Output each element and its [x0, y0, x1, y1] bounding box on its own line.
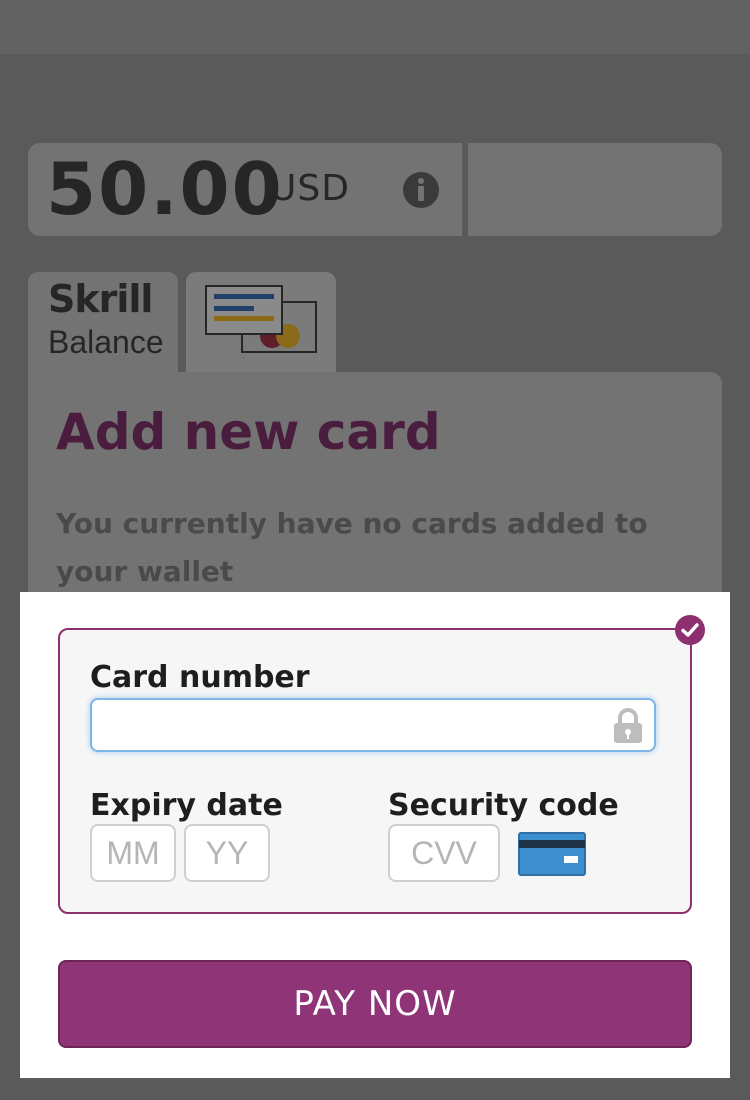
- amount-box: 50.00 USD: [28, 143, 462, 236]
- pay-now-button[interactable]: PAY NOW: [58, 960, 692, 1048]
- check-circle-icon: [675, 615, 705, 645]
- cvv-input[interactable]: [388, 824, 500, 882]
- amount-value: 50.00: [46, 147, 284, 231]
- amount-row: 50.00 USD: [28, 143, 722, 236]
- tab-skrill-balance[interactable]: Skrill Balance: [28, 272, 178, 372]
- amount-currency: USD: [270, 168, 350, 209]
- card-form: Card number Expiry date Security code: [58, 628, 692, 914]
- panel-subtitle: You currently have no cards added to you…: [56, 507, 648, 588]
- tab-skrill-label: Balance: [48, 324, 164, 360]
- card-number-label: Card number: [90, 660, 310, 695]
- info-icon[interactable]: [402, 171, 440, 209]
- expiry-date-label: Expiry date: [90, 788, 283, 823]
- expiry-month-input[interactable]: [90, 824, 176, 882]
- card-back-icon: [518, 832, 586, 876]
- amount-right-panel: [468, 143, 722, 236]
- skrill-logo: Skrill: [48, 277, 153, 321]
- top-bar: [0, 0, 750, 54]
- tab-credit-card[interactable]: [186, 272, 336, 372]
- panel-title: Add new card: [56, 403, 441, 461]
- card-number-input[interactable]: [90, 698, 656, 752]
- expiry-year-input[interactable]: [184, 824, 270, 882]
- security-code-label: Security code: [388, 788, 619, 823]
- card-form-modal: Card number Expiry date Security code PA…: [20, 592, 730, 1078]
- credit-card-tab-icon: [205, 285, 317, 353]
- lock-icon: [614, 708, 642, 743]
